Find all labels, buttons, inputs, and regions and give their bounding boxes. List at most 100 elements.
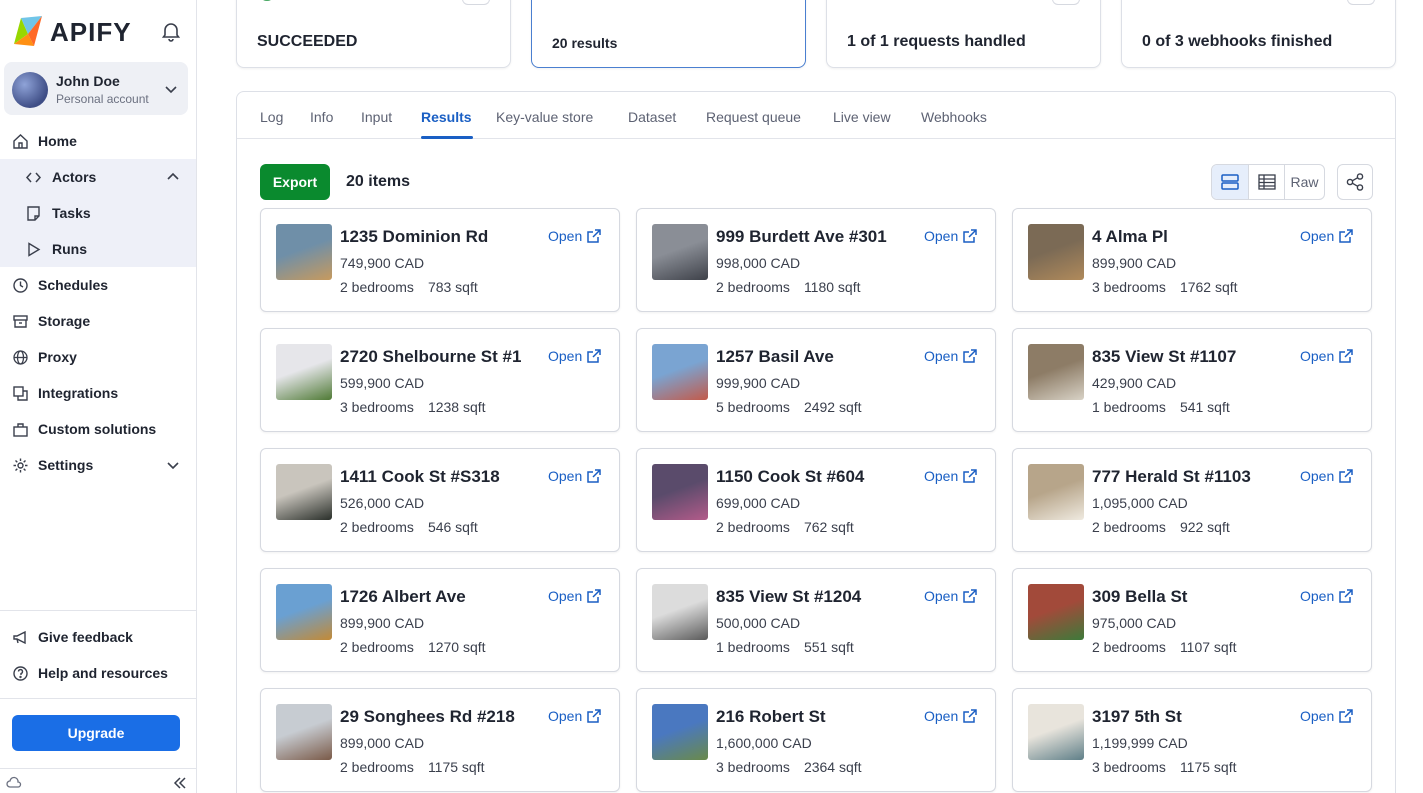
listing-price: 1,095,000 CAD — [1092, 495, 1188, 511]
tab-input[interactable]: Input — [361, 109, 392, 125]
globe-icon — [13, 349, 28, 365]
tab-webhooks[interactable]: Webhooks — [921, 109, 987, 125]
sidebar-item-runs[interactable]: Runs — [0, 231, 196, 267]
raw-view-button[interactable]: Raw — [1284, 165, 1324, 199]
tab-dataset[interactable]: Dataset — [628, 109, 676, 125]
cloud-icon — [6, 776, 22, 788]
tab-bar: Log Info Input Results Key-value store D… — [237, 92, 1395, 139]
open-listing-link[interactable]: Open — [924, 348, 977, 364]
listing-details: 2 bedrooms 1180 sqft — [716, 279, 861, 295]
listing-price: 1,199,999 CAD — [1092, 735, 1188, 751]
account-switcher[interactable]: John Doe Personal account — [4, 62, 188, 115]
open-listing-link[interactable]: Open — [1300, 588, 1353, 604]
status-text: SUCCEEDED — [257, 33, 358, 50]
sidebar-item-custom-solutions[interactable]: Custom solutions — [0, 411, 196, 447]
sidebar-item-label: Schedules — [38, 277, 109, 293]
layers-icon — [552, 0, 572, 3]
upgrade-button[interactable]: Upgrade — [12, 715, 180, 751]
sidebar-item-integrations[interactable]: Integrations — [0, 375, 196, 411]
collapse-sidebar-icon[interactable] — [172, 775, 188, 791]
sidebar-item-schedules[interactable]: Schedules — [0, 267, 196, 303]
listing-address: 3197 5th St — [1092, 707, 1182, 726]
listing-sqft: 1175 sqft — [1179, 759, 1237, 775]
listing-details: 2 bedrooms 762 sqft — [716, 519, 854, 535]
listing-bedrooms: 3 bedrooms — [1092, 759, 1166, 775]
listing-price: 526,000 CAD — [340, 495, 425, 511]
open-listing-link[interactable]: Open — [548, 348, 601, 364]
open-listing-link[interactable]: Open — [1300, 228, 1353, 244]
external-link-icon — [963, 229, 977, 243]
listing-card: 999 Burdett Ave #301 998,000 CAD 2 bedroom… — [636, 208, 996, 312]
open-listing-link[interactable]: Open — [548, 708, 601, 724]
tab-results[interactable]: Results — [421, 109, 472, 125]
eye-icon[interactable] — [1347, 0, 1375, 5]
check-circle-icon — [263, 0, 271, 1]
logo[interactable]: APIFY — [12, 14, 187, 48]
sidebar-item-label: Actors — [52, 169, 97, 185]
listing-sqft: 1180 sqft — [803, 279, 861, 295]
table-view-button[interactable] — [1248, 165, 1284, 199]
open-listing-link[interactable]: Open — [548, 468, 601, 484]
open-link-label: Open — [924, 468, 959, 484]
tab-info[interactable]: Info — [310, 109, 333, 125]
pulse-icon — [1142, 0, 1162, 3]
open-listing-link[interactable]: Open — [924, 588, 977, 604]
listing-address: 29 Songhees Rd #218 — [340, 707, 515, 726]
status-card[interactable]: SUCCEEDED — [236, 0, 511, 68]
eye-icon[interactable] — [1052, 0, 1080, 5]
export-button[interactable]: Export — [260, 164, 330, 200]
code-icon — [25, 172, 42, 182]
sidebar-item-actors[interactable]: Actors — [0, 159, 196, 195]
external-link-icon — [587, 349, 601, 363]
bell-icon[interactable] — [160, 20, 182, 42]
open-listing-link[interactable]: Open — [924, 468, 977, 484]
sidebar-item-storage[interactable]: Storage — [0, 303, 196, 339]
sidebar-item-home[interactable]: Home — [0, 123, 196, 159]
sidebar: APIFY John Doe Personal account Home Act… — [0, 0, 197, 793]
share-button[interactable] — [1337, 164, 1373, 200]
card-view-button[interactable] — [1212, 165, 1248, 199]
chevron-down-icon — [165, 86, 177, 94]
listing-photo — [276, 704, 332, 760]
listing-details: 5 bedrooms 2492 sqft — [716, 399, 862, 415]
open-listing-link[interactable]: Open — [548, 228, 601, 244]
tab-live-view[interactable]: Live view — [833, 109, 891, 125]
listing-bedrooms: 1 bedrooms — [716, 639, 790, 655]
open-listing-link[interactable]: Open — [1300, 708, 1353, 724]
listing-price: 899,000 CAD — [340, 735, 425, 751]
gear-icon — [13, 458, 28, 472]
tab-key-value-store[interactable]: Key-value store — [496, 109, 593, 125]
listing-address: 1257 Basil Ave — [716, 347, 834, 366]
open-listing-link[interactable]: Open — [548, 588, 601, 604]
listing-photo — [276, 344, 332, 400]
listing-address: 2720 Shelbourne St #1 — [340, 347, 522, 366]
sidebar-item-label: Help and resources — [38, 665, 168, 681]
open-listing-link[interactable]: Open — [924, 708, 977, 724]
listing-price: 500,000 CAD — [716, 615, 801, 631]
tab-log[interactable]: Log — [260, 109, 283, 125]
listing-sqft: 546 sqft — [427, 519, 478, 535]
tab-request-queue[interactable]: Request queue — [706, 109, 801, 125]
webhooks-card[interactable]: 0 of 3 webhooks finished — [1121, 0, 1396, 68]
listing-sqft: 1270 sqft — [427, 639, 486, 655]
open-listing-link[interactable]: Open — [1300, 468, 1353, 484]
listing-details: 3 bedrooms 1175 sqft — [1092, 759, 1237, 775]
listing-price: 1,600,000 CAD — [716, 735, 812, 751]
results-card[interactable]: 20 results — [531, 0, 806, 68]
sidebar-item-proxy[interactable]: Proxy — [0, 339, 196, 375]
eye-icon[interactable] — [462, 0, 490, 5]
sidebar-item-tasks[interactable]: Tasks — [0, 195, 196, 231]
sidebar-item-label: Give feedback — [38, 629, 133, 645]
open-listing-link[interactable]: Open — [924, 228, 977, 244]
listing-photo — [276, 584, 332, 640]
open-link-label: Open — [548, 348, 583, 364]
sidebar-item-label: Integrations — [38, 385, 119, 401]
listing-bedrooms: 1 bedrooms — [1092, 399, 1166, 415]
sidebar-item-settings[interactable]: Settings — [0, 447, 196, 483]
external-link-icon — [587, 589, 601, 603]
requests-card[interactable]: 1 of 1 requests handled — [826, 0, 1101, 68]
help-resources-link[interactable]: Help and resources — [0, 655, 196, 691]
open-listing-link[interactable]: Open — [1300, 348, 1353, 364]
give-feedback-link[interactable]: Give feedback — [0, 619, 196, 655]
listing-photo — [652, 464, 708, 520]
